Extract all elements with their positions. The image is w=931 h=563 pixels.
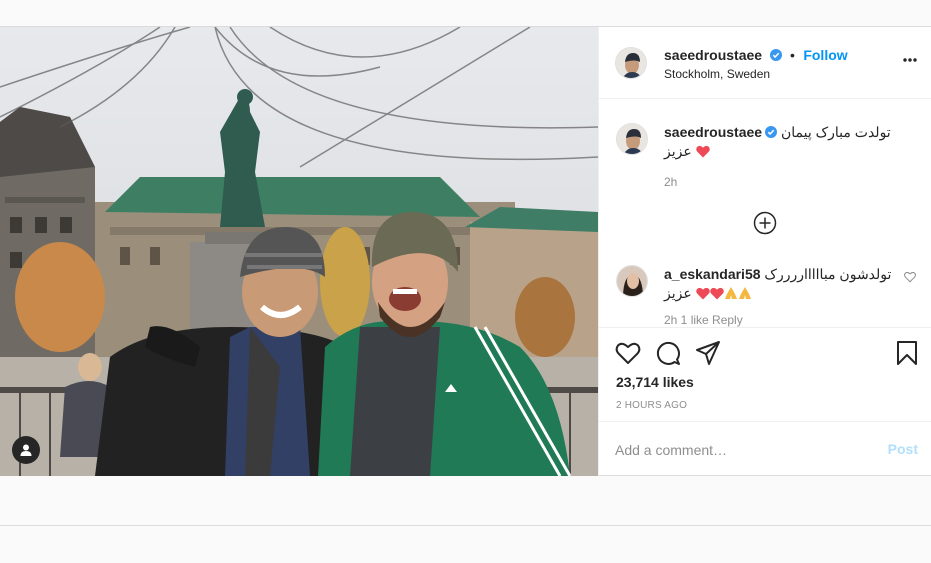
post-timestamp[interactable]: 2 HOURS AGO <box>616 400 687 411</box>
post-header: saeedroustaee • Follow Stockholm, Sweden <box>599 27 931 99</box>
red-heart-emoji <box>709 287 724 300</box>
verified-badge-icon <box>769 49 782 61</box>
comment-like-heart-icon[interactable] <box>904 271 916 283</box>
share-icon[interactable] <box>695 340 721 366</box>
bookmark-icon[interactable] <box>894 340 920 366</box>
comment-username[interactable]: a_eskandari58 <box>664 266 761 282</box>
likes-count[interactable]: 23,714 likes <box>616 374 694 390</box>
caption-username[interactable]: saeedroustaee <box>664 124 762 140</box>
page-footer <box>0 527 931 563</box>
red-heart-emoji <box>695 145 710 158</box>
photo-illustration <box>0 27 598 476</box>
verified-badge-icon <box>765 126 778 138</box>
feed-spacer <box>0 476 931 526</box>
post-card: saeedroustaee • Follow Stockholm, Sweden… <box>0 27 931 476</box>
comment-text-block: a_eskandari58 تولدشون مباااااررررک عزیز <box>664 265 914 303</box>
user-tag-icon[interactable] <box>12 436 40 464</box>
avatar[interactable] <box>616 265 648 297</box>
heart-icon[interactable] <box>615 340 641 366</box>
caption-text-block: saeedroustaee تولدت مبارک پیمان عزیز <box>664 123 914 161</box>
separator-dot: • <box>789 47 795 63</box>
comments-list[interactable]: saeedroustaee تولدت مبارک پیمان عزیز 2h … <box>599 99 931 327</box>
post-sidebar: saeedroustaee • Follow Stockholm, Sweden… <box>598 27 931 476</box>
follow-button[interactable]: Follow <box>803 47 847 63</box>
more-options-icon[interactable] <box>902 57 918 63</box>
plus-circle-icon[interactable] <box>753 211 777 235</box>
avatar[interactable] <box>615 47 647 79</box>
author-username[interactable]: saeedroustaee <box>664 47 762 63</box>
caption-time[interactable]: 2h <box>664 175 677 189</box>
comment-meta[interactable]: 2h 1 like Reply <box>664 313 743 327</box>
folded-hands-emoji <box>724 287 737 299</box>
avatar[interactable] <box>616 123 648 155</box>
comment-input[interactable] <box>615 440 865 460</box>
comment-icon[interactable] <box>655 340 681 366</box>
post-location[interactable]: Stockholm, Sweden <box>664 67 770 81</box>
add-comment-bar: Post <box>599 421 931 476</box>
red-heart-emoji <box>695 287 710 300</box>
header-user-line: saeedroustaee • Follow <box>664 47 848 65</box>
post-photo[interactable] <box>0 27 598 476</box>
post-comment-button[interactable]: Post <box>888 441 918 457</box>
top-bar <box>0 0 931 27</box>
action-bar: 23,714 likes 2 HOURS AGO <box>599 327 931 421</box>
folded-hands-emoji <box>738 287 751 299</box>
